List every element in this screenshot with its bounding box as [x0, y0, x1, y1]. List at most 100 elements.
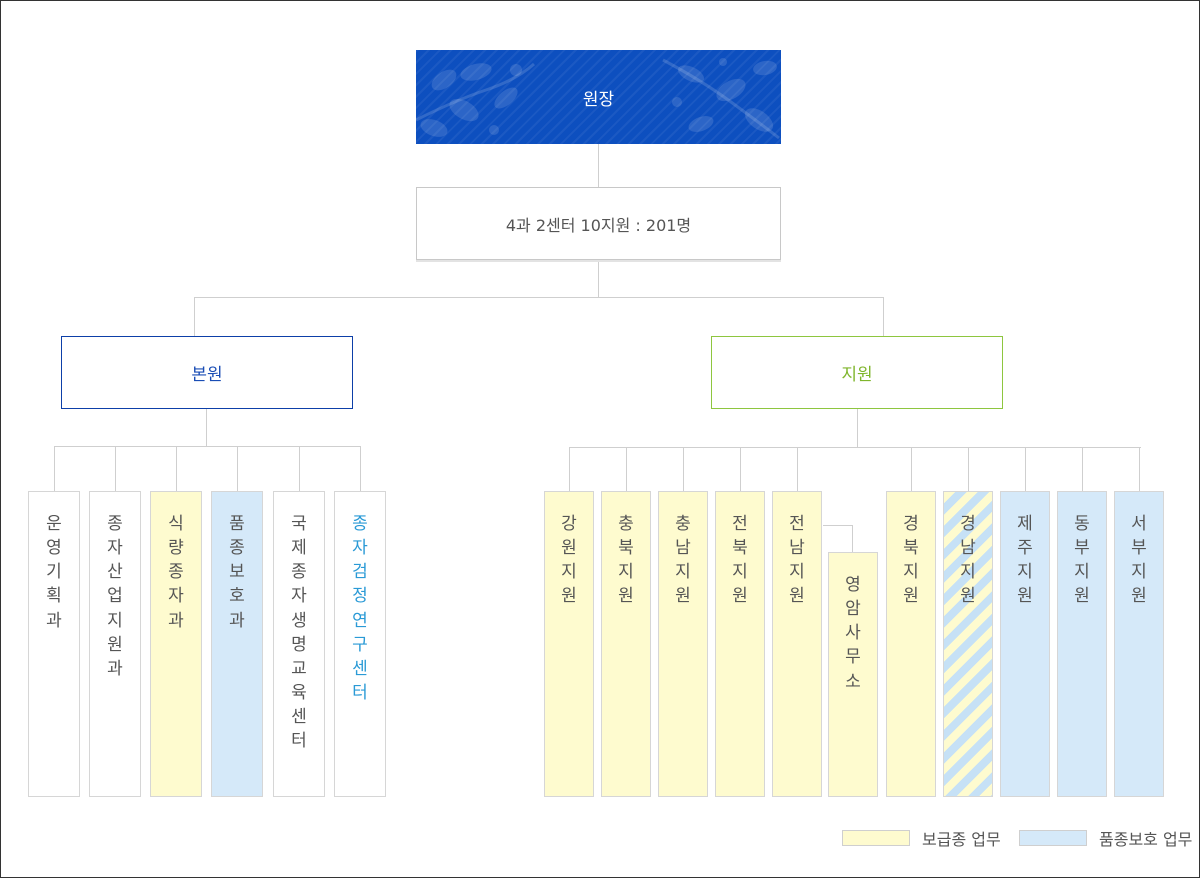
label-char: 과	[46, 610, 62, 631]
label-char: 터	[291, 731, 307, 752]
label-char: 생	[291, 610, 307, 631]
label-char: 경	[903, 514, 919, 534]
hq-division-box: 본원	[61, 336, 353, 409]
branches-division-box: 지원	[711, 336, 1003, 409]
label-char: 지	[1131, 562, 1147, 583]
label-char: 원	[561, 538, 577, 559]
connector-hq-drop	[176, 446, 177, 491]
label-char: 부	[1131, 538, 1147, 559]
branch-unit-8[interactable]: 동부지원	[1057, 491, 1107, 797]
label-char: 명	[291, 634, 307, 655]
label-char: 영	[845, 575, 861, 595]
hq-unit-5[interactable]: 종자검정연구센터	[334, 491, 386, 797]
hq-division-label: 본원	[191, 365, 223, 385]
connector-branches-down	[857, 409, 858, 447]
connector-branch-drop	[797, 447, 798, 491]
label-char: 지	[1017, 562, 1033, 583]
label-char: 종	[107, 514, 123, 534]
label-char: 호	[229, 586, 245, 607]
label-char: 전	[732, 514, 748, 534]
sub-office-unit-label: 영암사무소	[845, 573, 861, 694]
label-char: 경	[960, 514, 976, 534]
label-char: 원	[107, 634, 123, 655]
label-char: 지	[107, 610, 123, 631]
label-char: 종	[291, 562, 307, 583]
connector-hq-drop	[299, 446, 300, 491]
connector-hq-drop	[360, 446, 361, 491]
branch-unit-label: 충남지원	[675, 512, 691, 609]
hq-unit-4[interactable]: 국제종자생명교육센터	[273, 491, 325, 797]
branch-unit-label: 경북지원	[903, 512, 919, 609]
branch-unit-label: 강원지원	[561, 512, 577, 609]
label-char: 원	[1017, 586, 1033, 607]
label-char: 터	[352, 682, 368, 703]
branch-unit-label: 서부지원	[1131, 512, 1147, 609]
label-char: 종	[229, 538, 245, 559]
label-char: 구	[352, 634, 368, 655]
label-char: 획	[46, 586, 62, 607]
label-char: 동	[1074, 514, 1090, 534]
label-char: 부	[1074, 538, 1090, 559]
branch-unit-label: 전남지원	[789, 512, 805, 609]
label-char: 량	[168, 538, 184, 559]
label-char: 종	[168, 562, 184, 583]
branch-unit-5[interactable]: 경북지원	[886, 491, 936, 797]
branch-unit-1[interactable]: 충북지원	[601, 491, 651, 797]
connector-branch-drop	[1025, 447, 1026, 491]
label-char: 교	[291, 658, 307, 679]
label-char: 지	[675, 562, 691, 583]
connector-hq-up	[194, 297, 195, 336]
label-char: 제	[1017, 514, 1033, 534]
label-char: 품	[229, 514, 245, 534]
branch-unit-3[interactable]: 전북지원	[715, 491, 765, 797]
connector-branch-drop	[626, 447, 627, 491]
label-char: 연	[352, 610, 368, 631]
connector-sub-office-v	[852, 525, 853, 552]
label-char: 암	[845, 599, 861, 620]
branch-unit-7[interactable]: 제주지원	[1000, 491, 1050, 797]
legend-item: 보급종 업무	[842, 827, 1001, 849]
branch-unit-6[interactable]: 경남지원	[943, 491, 993, 797]
hq-unit-3[interactable]: 품종보호과	[211, 491, 263, 797]
sub-office-unit-0[interactable]: 영암사무소	[828, 552, 878, 797]
label-char: 강	[561, 514, 577, 534]
legend-label: 보급종 업무	[922, 830, 1001, 849]
label-char: 충	[618, 514, 634, 534]
label-char: 원	[789, 586, 805, 607]
hq-unit-label: 운영기획과	[46, 512, 62, 633]
hq-unit-0[interactable]: 운영기획과	[28, 491, 80, 797]
hq-unit-2[interactable]: 식량종자과	[150, 491, 202, 797]
label-char: 정	[352, 586, 368, 607]
director-label: 원장	[582, 89, 615, 110]
label-char: 국	[291, 514, 307, 534]
label-char: 운	[46, 514, 62, 534]
connector-hq-drop	[54, 446, 55, 491]
branch-unit-label: 충북지원	[618, 512, 634, 609]
connector-hq-drop	[237, 446, 238, 491]
label-char: 지	[789, 562, 805, 583]
label-char: 과	[107, 658, 123, 679]
branch-unit-2[interactable]: 충남지원	[658, 491, 708, 797]
connector-division-bar	[194, 297, 884, 298]
label-char: 지	[732, 562, 748, 583]
label-char: 원	[1074, 586, 1090, 607]
legend-label: 품종보호 업무	[1099, 830, 1193, 849]
connector-branches-bar	[569, 447, 1141, 448]
hq-unit-label: 종자산업지원과	[107, 512, 123, 681]
label-char: 원	[561, 586, 577, 607]
branch-unit-0[interactable]: 강원지원	[544, 491, 594, 797]
hq-unit-label: 국제종자생명교육센터	[291, 512, 307, 753]
branch-unit-label: 동부지원	[1074, 512, 1090, 609]
leaf-pattern-left-icon	[416, 62, 535, 137]
legend-swatch	[842, 830, 910, 846]
label-char: 자	[352, 538, 368, 559]
connector-hq-bar	[54, 446, 360, 447]
branch-unit-9[interactable]: 서부지원	[1114, 491, 1164, 797]
connector-sub-office-h	[823, 525, 852, 526]
hq-unit-1[interactable]: 종자산업지원과	[89, 491, 141, 797]
summary-label: 4과 2센터 10지원 : 201명	[505, 215, 692, 235]
branch-unit-label: 제주지원	[1017, 512, 1033, 609]
label-char: 서	[1131, 514, 1147, 534]
legend-item: 품종보호 업무	[1019, 827, 1192, 849]
branch-unit-4[interactable]: 전남지원	[772, 491, 822, 797]
